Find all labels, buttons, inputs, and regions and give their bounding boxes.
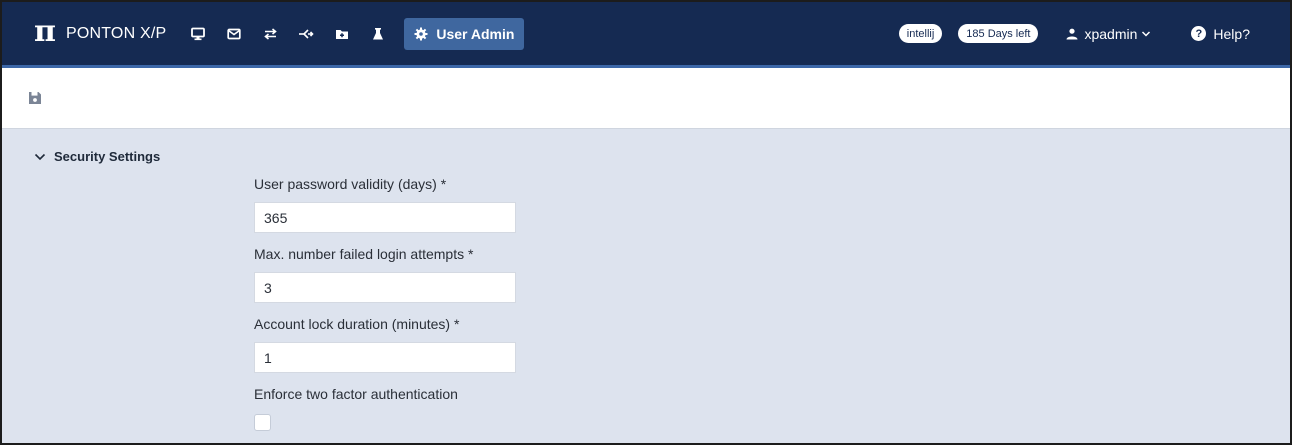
brand-name: PONTON X/P — [65, 24, 167, 42]
brand-logo: π — [34, 14, 56, 49]
gear-icon — [414, 27, 428, 40]
password-validity-input[interactable] — [254, 202, 516, 233]
license-badge: 185 Days left — [958, 24, 1039, 43]
max-failed-logins-label: Max. number failed login attempts * — [254, 246, 474, 262]
save-button[interactable] — [28, 91, 44, 107]
nav-icons: User Admin — [180, 2, 525, 65]
brand[interactable]: π PONTON X/P — [34, 2, 166, 65]
environment-badge: intellij — [898, 24, 943, 43]
envelope-icon[interactable] — [219, 19, 249, 49]
monitor-icon[interactable] — [183, 19, 213, 49]
section-title: Security Settings — [54, 149, 161, 164]
user-name: xpadmin — [1084, 25, 1138, 42]
lock-duration-label: Account lock duration (minutes) * — [254, 316, 460, 332]
route-icon[interactable] — [291, 19, 321, 49]
two-factor-checkbox[interactable] — [254, 414, 271, 431]
top-navbar: π PONTON X/P User Admin intellij 185 Day… — [2, 2, 1290, 68]
navbar-right: intellij 185 Days left xpadmin ? Help? — [898, 2, 1290, 65]
question-circle-icon: ? — [1191, 26, 1207, 41]
nav-user-admin-label: User Admin — [436, 25, 515, 42]
help-link[interactable]: ? Help? — [1191, 26, 1250, 42]
lock-duration-input[interactable] — [254, 342, 516, 373]
user-menu[interactable]: xpadmin — [1066, 26, 1157, 42]
floppy-disk-icon — [29, 92, 41, 104]
section-toggle-security-settings[interactable]: Security Settings — [34, 149, 160, 164]
user-icon — [1066, 28, 1078, 39]
chevron-down-icon — [1142, 30, 1151, 37]
help-label: Help? — [1213, 25, 1250, 42]
app-window: π PONTON X/P User Admin intellij 185 Day… — [0, 0, 1292, 445]
chevron-down-icon — [34, 153, 46, 160]
security-settings-form: User password validity (days) * Max. num… — [254, 174, 516, 431]
two-factor-label: Enforce two factor authentication — [254, 386, 458, 402]
toolbar — [2, 68, 1290, 129]
password-validity-label: User password validity (days) * — [254, 176, 447, 192]
max-failed-logins-input[interactable] — [254, 272, 516, 303]
flask-icon[interactable] — [363, 19, 393, 49]
folder-icon[interactable] — [327, 19, 357, 49]
transfer-icon[interactable] — [255, 19, 285, 49]
nav-user-admin[interactable]: User Admin — [404, 17, 525, 50]
